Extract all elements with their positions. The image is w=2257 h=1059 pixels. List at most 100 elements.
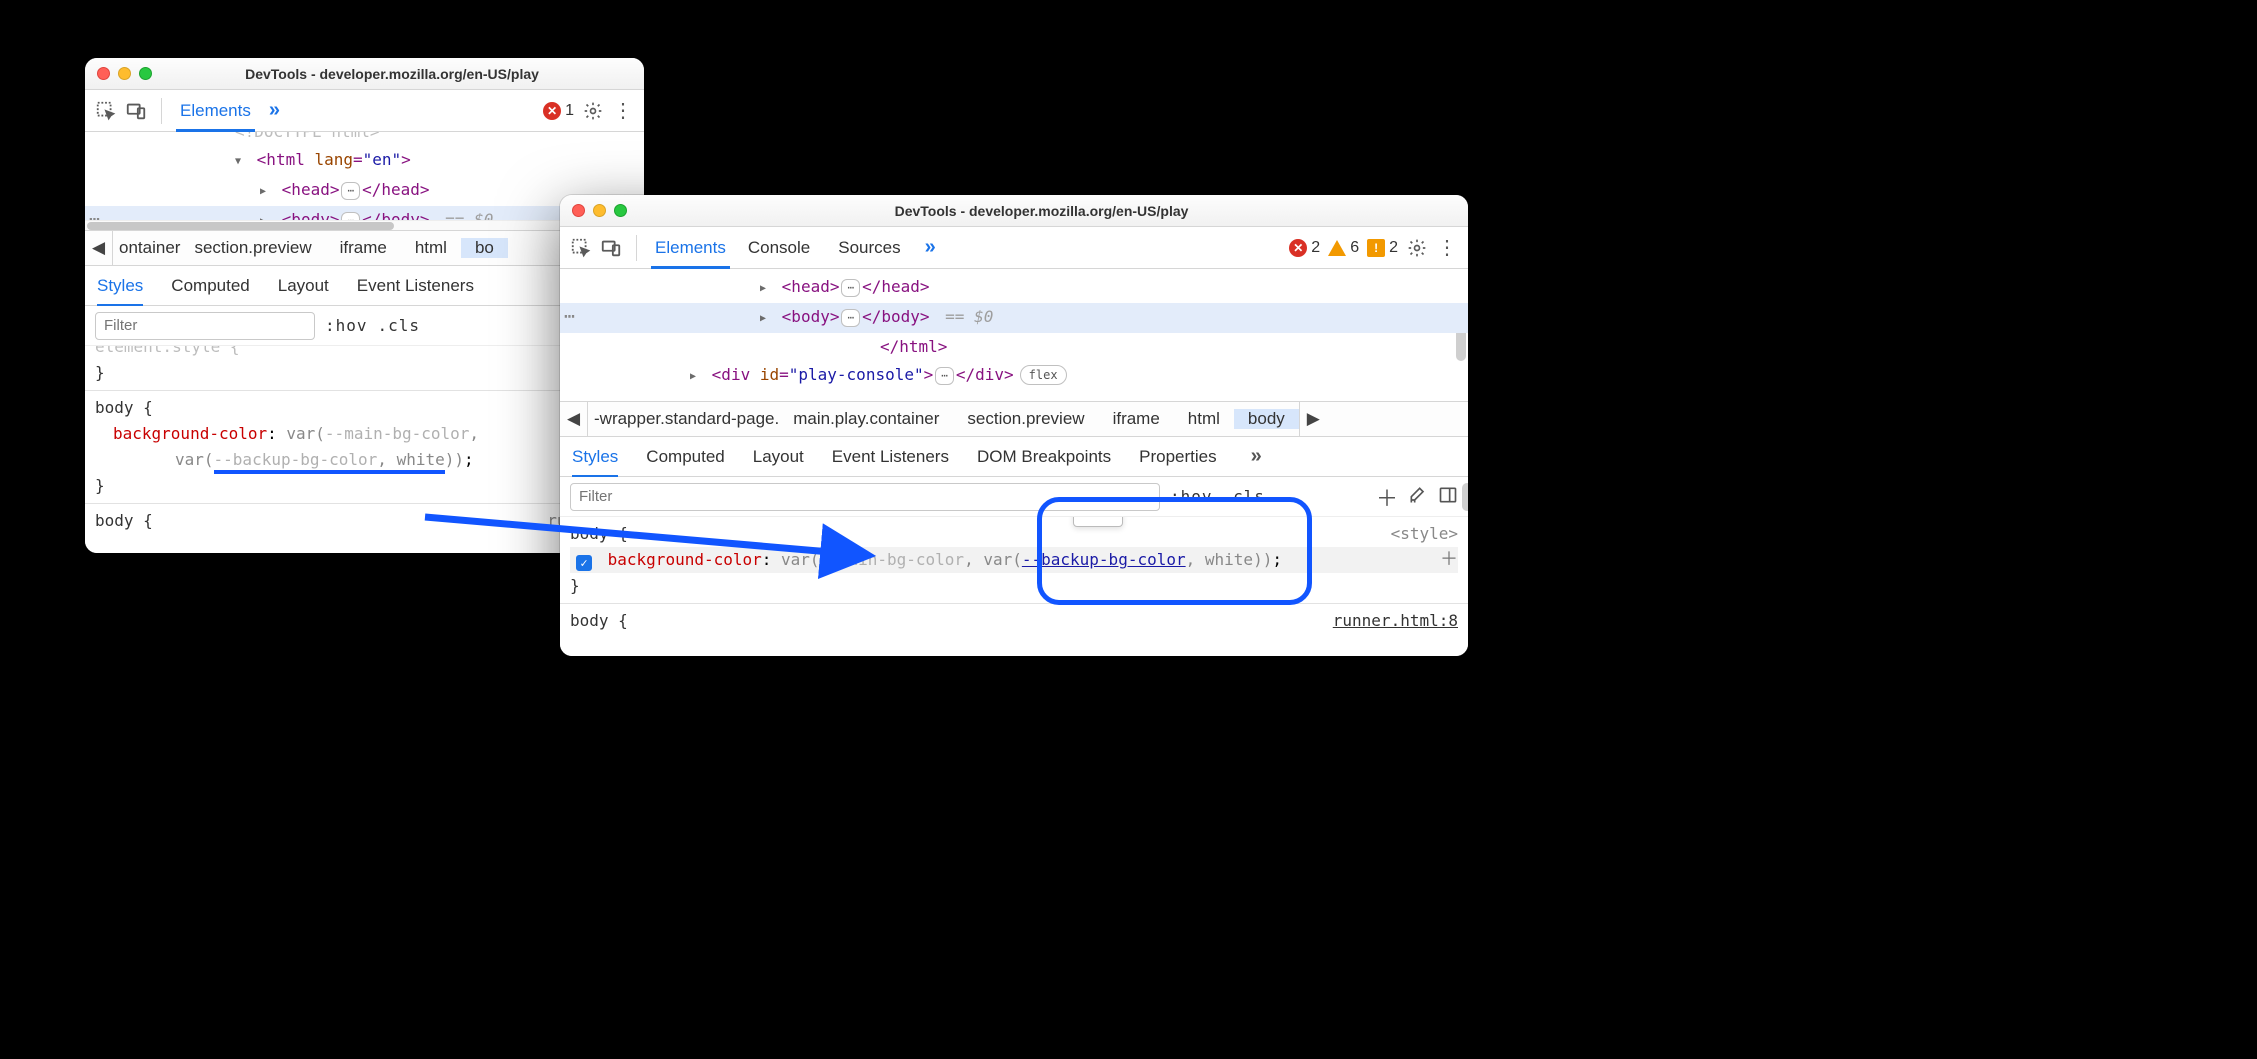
crumb-iframe[interactable]: iframe: [1099, 409, 1174, 429]
computed-toggle-icon[interactable]: [1438, 485, 1458, 508]
subtab-event-listeners[interactable]: Event Listeners: [357, 276, 474, 296]
faded-rule: element.style {: [95, 346, 634, 360]
subtab-dom-breakpoints[interactable]: DOM Breakpoints: [977, 447, 1111, 467]
warn-count[interactable]: 6: [1328, 239, 1359, 257]
ellipsis-icon[interactable]: ⋯: [341, 212, 360, 220]
tab-elements[interactable]: Elements: [176, 101, 255, 132]
overflow-ellipsis-icon: ⋯: [564, 303, 575, 331]
declaration-bg-line2[interactable]: var(--backup-bg-color, white));: [95, 447, 634, 473]
rule-body-2[interactable]: runner.html:8 body {: [570, 608, 1458, 634]
styles-pane[interactable]: <style> body { ＋ ✓ background-color: var…: [560, 517, 1468, 656]
close-icon[interactable]: [97, 67, 110, 80]
subtab-computed[interactable]: Computed: [646, 447, 724, 467]
titlebar[interactable]: DevTools - developer.mozilla.org/en-US/p…: [560, 195, 1468, 227]
brush-icon[interactable]: [1408, 485, 1428, 508]
dom-node-iframe-close[interactable]: </html>: [740, 337, 947, 356]
crumb-html[interactable]: html: [401, 238, 461, 258]
dom-node-html-close[interactable]: </html>: [560, 333, 1468, 361]
rule-source[interactable]: <style>: [1391, 521, 1458, 547]
declaration-bg[interactable]: background-color: var(--main-bg-color,: [95, 421, 634, 447]
dom-tree[interactable]: <head>⋯</head> ⋯ <body>⋯</body> == $0 </…: [560, 269, 1468, 401]
dom-node-fade: <!DOCTYPE html>: [85, 132, 644, 146]
crumb-section[interactable]: section.preview: [180, 238, 325, 258]
subtab-styles[interactable]: Styles: [97, 276, 143, 307]
titlebar[interactable]: DevTools - developer.mozilla.org/en-US/p…: [85, 58, 644, 90]
crumb-section[interactable]: section.preview: [953, 409, 1098, 429]
error-icon: ✕: [1289, 239, 1307, 257]
rule-body[interactable]: <style> body {: [570, 521, 1458, 547]
crumb-scroll-right-icon[interactable]: ▶: [1299, 402, 1327, 436]
declaration-bg[interactable]: ＋ ✓ background-color: var(--main-bg-colo…: [570, 547, 1458, 573]
subtab-styles[interactable]: Styles: [572, 447, 618, 478]
error-count[interactable]: ✕ 2: [1289, 239, 1320, 257]
rule-source-link[interactable]: runner.html:8: [1333, 608, 1458, 634]
inspect-icon[interactable]: [570, 237, 592, 259]
minimize-icon[interactable]: [118, 67, 131, 80]
new-rule-icon[interactable]: ＋: [1376, 481, 1398, 513]
breadcrumb: ◀ -wrapper.standard-page. main.play.cont…: [560, 401, 1468, 437]
css-var-link[interactable]: --backup-bg-color: [1022, 550, 1186, 569]
overflow-ellipsis-icon: ⋯: [89, 206, 100, 220]
subtab-layout[interactable]: Layout: [278, 276, 329, 296]
subtab-properties[interactable]: Properties: [1139, 447, 1216, 467]
dom-node-head[interactable]: <head>⋯</head>: [560, 273, 1468, 303]
insert-declaration-icon[interactable]: ＋: [1440, 547, 1458, 573]
settings-icon[interactable]: [1406, 237, 1428, 259]
subtab-layout[interactable]: Layout: [753, 447, 804, 467]
crumb-main[interactable]: main.play.container: [779, 409, 953, 429]
more-icon[interactable]: ⋮: [612, 100, 634, 122]
separator: [636, 235, 637, 261]
separator: [161, 98, 162, 124]
subtab-event-listeners[interactable]: Event Listeners: [832, 447, 949, 467]
tabs-overflow-icon[interactable]: »: [919, 236, 942, 259]
flex-badge[interactable]: flex: [1020, 365, 1067, 385]
dom-node-html[interactable]: <html lang="en">: [85, 146, 644, 176]
crumb-body[interactable]: body: [1234, 409, 1299, 429]
declaration-checkbox[interactable]: ✓: [576, 555, 592, 571]
traffic-lights: [97, 67, 152, 80]
device-toggle-icon[interactable]: [125, 100, 147, 122]
crumb-clipped[interactable]: ontainer: [113, 238, 180, 258]
crumb-iframe[interactable]: iframe: [326, 238, 401, 258]
ellipsis-icon[interactable]: ⋯: [935, 367, 954, 385]
ellipsis-icon[interactable]: ⋯: [341, 182, 360, 200]
styles-filter-input[interactable]: [570, 483, 1160, 511]
error-icon: ✕: [543, 102, 561, 120]
zoom-icon[interactable]: [614, 204, 627, 217]
v-scrollbar[interactable]: [1462, 483, 1468, 511]
hov-toggle[interactable]: :hov: [325, 316, 368, 335]
cls-toggle[interactable]: .cls: [1223, 487, 1266, 506]
rule-body-2[interactable]: runner.ht body {: [95, 508, 634, 534]
main-toolbar: Elements Console Sources » ✕ 2 6 ! 2 ⋮: [560, 227, 1468, 269]
close-icon[interactable]: [572, 204, 585, 217]
subtabs-overflow-icon[interactable]: »: [1245, 445, 1268, 468]
hov-toggle[interactable]: :hov: [1170, 487, 1213, 506]
tabs-overflow-icon[interactable]: »: [263, 99, 286, 122]
inspect-icon[interactable]: [95, 100, 117, 122]
issue-count[interactable]: ! 2: [1367, 239, 1398, 257]
crumb-scroll-left-icon[interactable]: ◀: [85, 231, 113, 265]
subtab-computed[interactable]: Computed: [171, 276, 249, 296]
dom-node-div[interactable]: <div id="play-console">⋯</div>flex: [560, 361, 1468, 391]
crumb-clipped[interactable]: -wrapper.standard-page.: [588, 409, 779, 429]
window-title: DevTools - developer.mozilla.org/en-US/p…: [152, 66, 632, 82]
minimize-icon[interactable]: [593, 204, 606, 217]
more-icon[interactable]: ⋮: [1436, 237, 1458, 259]
tab-elements[interactable]: Elements: [651, 238, 730, 269]
cls-toggle[interactable]: .cls: [378, 316, 421, 335]
settings-icon[interactable]: [582, 100, 604, 122]
dom-node-body[interactable]: ⋯ <body>⋯</body> == $0: [560, 303, 1468, 333]
device-toggle-icon[interactable]: [600, 237, 622, 259]
crumb-scroll-left-icon[interactable]: ◀: [560, 402, 588, 436]
ellipsis-icon[interactable]: ⋯: [841, 279, 860, 297]
ellipsis-icon[interactable]: ⋯: [841, 309, 860, 327]
rule-body[interactable]: <st body {: [95, 395, 634, 421]
tab-console[interactable]: Console: [738, 238, 820, 258]
warn-icon: [1328, 240, 1346, 256]
tab-sources[interactable]: Sources: [828, 238, 910, 258]
crumb-html[interactable]: html: [1174, 409, 1234, 429]
crumb-body[interactable]: bo: [461, 238, 508, 258]
styles-filter-input[interactable]: [95, 312, 315, 340]
zoom-icon[interactable]: [139, 67, 152, 80]
error-count[interactable]: ✕ 1: [543, 102, 574, 120]
